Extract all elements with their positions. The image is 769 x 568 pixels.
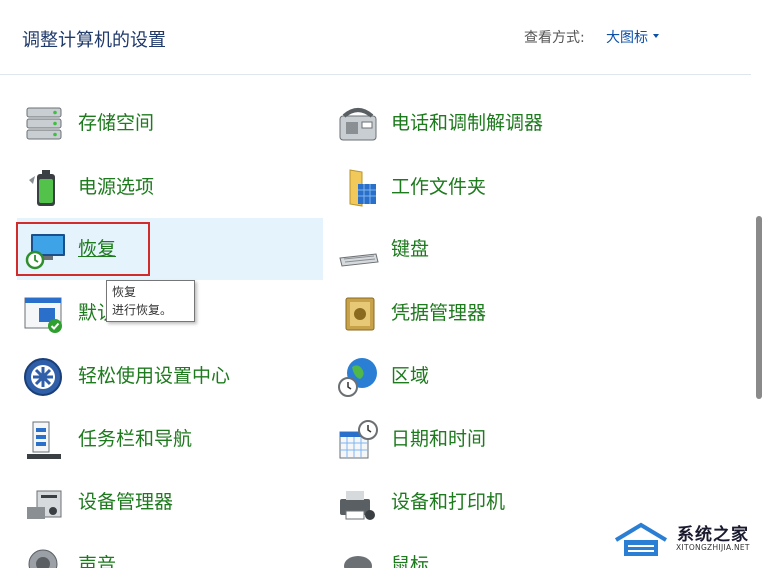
scrollbar-thumb[interactable] [756, 216, 762, 399]
phone-modem-icon [339, 108, 377, 141]
item-label: 工作文件夹 [391, 176, 487, 198]
item-label: 日期和时间 [391, 428, 487, 450]
region-icon [338, 358, 377, 397]
date-time-icon [339, 420, 378, 459]
devices-printers-icon [340, 491, 375, 520]
item-label: 区域 [391, 365, 430, 387]
item-label: 键盘 [391, 238, 430, 260]
header: 调整计算机的设置 查看方式: 大图标 [0, 0, 751, 75]
item-label: 恢复 [78, 238, 117, 260]
tooltip-title: 恢复 [112, 285, 137, 299]
item-phone-modem[interactable]: 电话和调制解调器 [330, 92, 630, 152]
tooltip-description: 进行恢复。 [112, 303, 173, 317]
item-sound[interactable]: 声音 [17, 534, 323, 568]
control-panel-items: 存储空间 电源选项 恢复 默认 轻松使用设置中心 任务栏和导航 设备管理器 声音… [0, 76, 751, 568]
ease-of-access-icon [24, 358, 62, 396]
keyboard-icon [339, 253, 379, 267]
item-mouse[interactable]: 鼠标 [330, 534, 630, 568]
mouse-icon [344, 556, 372, 568]
view-by-label: 查看方式: [524, 30, 585, 46]
item-region[interactable]: 区域 [330, 345, 630, 405]
item-label: 存储空间 [78, 112, 155, 134]
watermark-logo: 系统之家 XITONGZHIJIA.NET [610, 518, 762, 562]
recovery-icon [25, 234, 65, 270]
item-label: 电话和调制解调器 [391, 112, 544, 134]
item-label: 轻松使用设置中心 [78, 365, 231, 387]
partial-item-icon [352, 76, 382, 80]
item-keyboard[interactable]: 键盘 [330, 218, 630, 278]
item-label: 凭据管理器 [391, 302, 487, 324]
item-label: 电源选项 [78, 176, 155, 198]
device-manager-icon [27, 490, 62, 519]
item-taskbar-navigation[interactable]: 任务栏和导航 [17, 408, 323, 468]
item-devices-printers[interactable]: 设备和打印机 [330, 471, 630, 531]
page-title: 调整计算机的设置 [22, 30, 166, 51]
tooltip: 恢复 进行恢复。 [106, 280, 195, 322]
storage-icon [26, 107, 62, 140]
power-options-icon [29, 170, 55, 206]
item-date-time[interactable]: 日期和时间 [330, 408, 630, 468]
sound-icon [28, 549, 58, 568]
item-credential-manager[interactable]: 凭据管理器 [330, 282, 630, 342]
item-label: 设备和打印机 [391, 491, 506, 513]
item-device-manager[interactable]: 设备管理器 [17, 471, 323, 531]
item-label: 任务栏和导航 [78, 428, 193, 450]
watermark-url: XITONGZHIJIA.NET [676, 543, 750, 552]
item-label: 设备管理器 [78, 491, 174, 513]
work-folders-icon [349, 169, 376, 207]
item-label: 声音 [78, 554, 117, 568]
partial-item-icon [25, 76, 55, 80]
house-logo-icon [614, 522, 668, 556]
view-by-dropdown[interactable]: 大图标 [606, 27, 659, 47]
item-work-folders[interactable]: 工作文件夹 [330, 156, 630, 216]
default-programs-icon [24, 297, 62, 333]
item-label: 鼠标 [391, 554, 430, 568]
item-power-options[interactable]: 电源选项 [17, 156, 323, 216]
item-storage-spaces[interactable]: 存储空间 [17, 92, 323, 152]
taskbar-icon [27, 421, 61, 459]
chevron-down-icon [653, 34, 659, 38]
item-recovery[interactable]: 恢复 [17, 218, 323, 280]
item-ease-of-access[interactable]: 轻松使用设置中心 [17, 345, 323, 405]
watermark-brand: 系统之家 [677, 525, 749, 545]
view-by-value: 大图标 [606, 30, 648, 46]
credential-manager-icon [345, 297, 375, 331]
